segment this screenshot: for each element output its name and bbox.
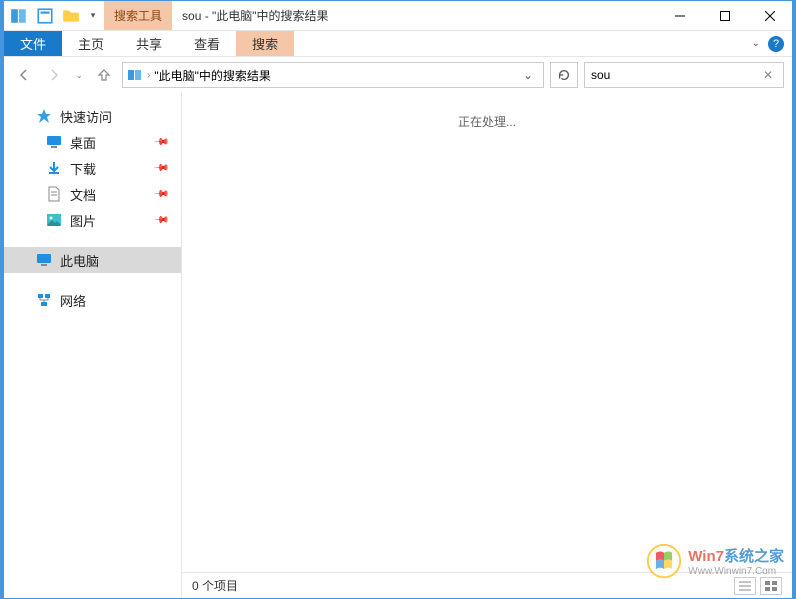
search-clear-icon[interactable]: ✕ xyxy=(759,68,777,82)
pin-icon: 📌 xyxy=(152,186,169,203)
star-icon xyxy=(36,108,52,124)
qat-dropdown-icon[interactable]: ▾ xyxy=(88,7,98,25)
tab-search[interactable]: 搜索 xyxy=(236,31,294,56)
view-details-button[interactable] xyxy=(734,577,756,595)
sidebar-network[interactable]: 网络 xyxy=(4,287,181,313)
breadcrumb-separator: › xyxy=(147,70,150,81)
download-icon xyxy=(46,160,62,176)
watermark-text: Win7系统之家 Www.Winwin7.Com xyxy=(688,545,784,577)
sidebar-label: 此电脑 xyxy=(60,251,99,270)
document-icon xyxy=(46,186,62,202)
pictures-icon xyxy=(46,212,62,228)
nav-back-button[interactable] xyxy=(12,63,36,87)
window-controls xyxy=(657,1,792,30)
pin-icon: 📌 xyxy=(152,134,169,151)
view-thumbnails-button[interactable] xyxy=(760,577,782,595)
tab-home[interactable]: 主页 xyxy=(62,31,120,56)
watermark-logo-icon xyxy=(646,543,682,579)
title-group: 搜索工具 sou - "此电脑"中的搜索结果 xyxy=(104,1,657,30)
desktop-icon xyxy=(46,134,62,150)
address-location-icon xyxy=(127,67,143,83)
app-icon xyxy=(10,7,28,25)
address-bar[interactable]: › "此电脑"中的搜索结果 ⌄ xyxy=(122,62,544,88)
quick-access-toolbar: ▾ xyxy=(4,1,104,30)
content-status: 正在处理... xyxy=(182,93,792,572)
content-pane: 正在处理... 0 个项目 xyxy=(182,93,792,598)
sidebar-label: 快速访问 xyxy=(60,107,112,126)
help-icon[interactable]: ? xyxy=(768,36,784,52)
nav-sidebar: 快速访问 桌面 📌 下载 📌 文档 📌 图片 📌 xyxy=(4,93,182,598)
tab-view[interactable]: 查看 xyxy=(178,31,236,56)
search-box[interactable]: sou ✕ xyxy=(584,62,784,88)
sidebar-item-documents[interactable]: 文档 📌 xyxy=(4,181,181,207)
pin-icon: 📌 xyxy=(152,212,169,229)
refresh-button[interactable] xyxy=(550,62,578,88)
window-title: sou - "此电脑"中的搜索结果 xyxy=(172,1,329,30)
network-icon xyxy=(36,292,52,308)
ribbon-collapse-icon[interactable]: ⌄ xyxy=(752,38,760,49)
watermark: Win7系统之家 Www.Winwin7.Com xyxy=(646,543,784,579)
item-count: 0 个项目 xyxy=(192,577,238,594)
file-tab[interactable]: 文件 xyxy=(4,31,62,56)
address-path: "此电脑"中的搜索结果 xyxy=(154,67,271,84)
nav-row: ⌄ › "此电脑"中的搜索结果 ⌄ sou ✕ xyxy=(4,57,792,93)
context-tab-label: 搜索工具 xyxy=(104,1,172,30)
file-explorer-window: ▾ 搜索工具 sou - "此电脑"中的搜索结果 文件 主页 共享 查看 搜索 … xyxy=(0,0,796,599)
sidebar-label: 下载 xyxy=(70,159,96,178)
qat-new-folder-icon[interactable] xyxy=(62,7,80,25)
sidebar-label: 图片 xyxy=(70,211,96,230)
nav-up-button[interactable] xyxy=(92,63,116,87)
nav-history-dropdown[interactable]: ⌄ xyxy=(72,63,86,87)
pin-icon: 📌 xyxy=(152,160,169,177)
sidebar-quick-access[interactable]: 快速访问 xyxy=(4,103,181,129)
explorer-body: 快速访问 桌面 📌 下载 📌 文档 📌 图片 📌 xyxy=(4,93,792,598)
maximize-button[interactable] xyxy=(702,1,747,30)
sidebar-label: 网络 xyxy=(60,291,86,310)
tab-share[interactable]: 共享 xyxy=(120,31,178,56)
qat-properties-icon[interactable] xyxy=(36,7,54,25)
address-dropdown-icon[interactable]: ⌄ xyxy=(517,68,539,82)
sidebar-item-desktop[interactable]: 桌面 📌 xyxy=(4,129,181,155)
minimize-button[interactable] xyxy=(657,1,702,30)
ribbon-tabs: 文件 主页 共享 查看 搜索 ⌄ ? xyxy=(4,31,792,57)
close-button[interactable] xyxy=(747,1,792,30)
sidebar-this-pc[interactable]: 此电脑 xyxy=(4,247,181,273)
sidebar-label: 桌面 xyxy=(70,133,96,152)
processing-text: 正在处理... xyxy=(458,113,516,572)
sidebar-item-downloads[interactable]: 下载 📌 xyxy=(4,155,181,181)
sidebar-item-pictures[interactable]: 图片 📌 xyxy=(4,207,181,233)
nav-forward-button[interactable] xyxy=(42,63,66,87)
titlebar: ▾ 搜索工具 sou - "此电脑"中的搜索结果 xyxy=(4,1,792,31)
computer-icon xyxy=(36,252,52,268)
sidebar-label: 文档 xyxy=(70,185,96,204)
search-value: sou xyxy=(591,68,759,82)
